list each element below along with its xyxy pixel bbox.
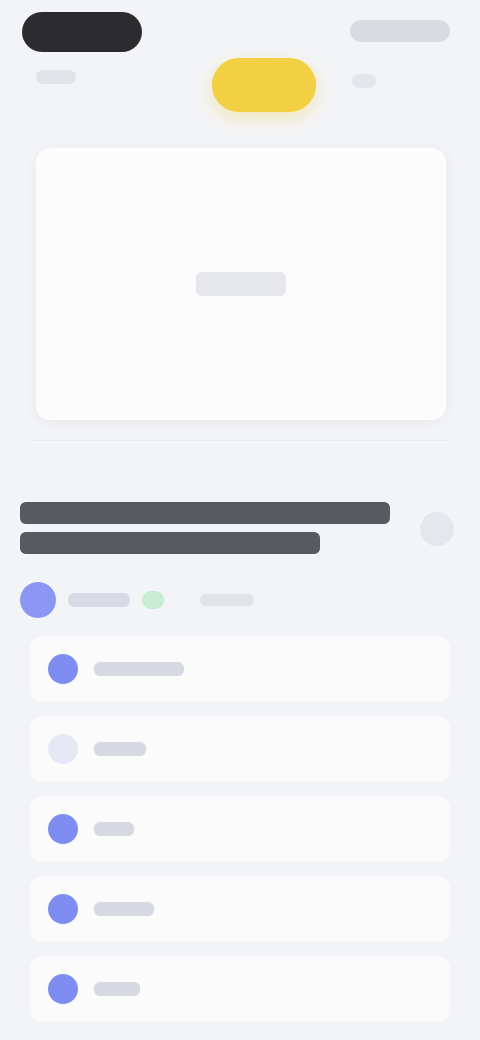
list-item[interactable]	[30, 956, 450, 1022]
timestamp	[200, 594, 254, 606]
author-avatar[interactable]	[20, 582, 56, 618]
sub-left-indicator	[36, 70, 76, 84]
step-label	[94, 742, 146, 756]
step-dot-icon	[48, 654, 78, 684]
article-title	[20, 502, 390, 562]
article-meta	[20, 582, 320, 618]
step-dot-icon	[48, 814, 78, 844]
step-dot-icon	[48, 734, 78, 764]
step-label	[94, 982, 140, 996]
step-label	[94, 902, 154, 916]
list-item[interactable]	[30, 636, 450, 702]
status-badge	[142, 591, 164, 609]
preview-card[interactable]	[36, 148, 446, 420]
top-right-control[interactable]	[350, 20, 450, 42]
more-options-button[interactable]	[420, 512, 454, 546]
primary-action-button[interactable]	[212, 58, 316, 112]
top-bar	[0, 0, 480, 130]
step-dot-icon	[48, 974, 78, 1004]
title-line-1	[20, 502, 390, 524]
divider	[30, 440, 450, 441]
step-label	[94, 822, 134, 836]
step-dot-icon	[48, 894, 78, 924]
list-item[interactable]	[30, 716, 450, 782]
list-item[interactable]	[30, 876, 450, 942]
author-name[interactable]	[68, 593, 130, 607]
back-pill-button[interactable]	[22, 12, 142, 52]
preview-placeholder	[196, 272, 286, 296]
title-line-2	[20, 532, 320, 554]
step-label	[94, 662, 184, 676]
list-item[interactable]	[30, 796, 450, 862]
sub-right-indicator	[352, 74, 376, 88]
